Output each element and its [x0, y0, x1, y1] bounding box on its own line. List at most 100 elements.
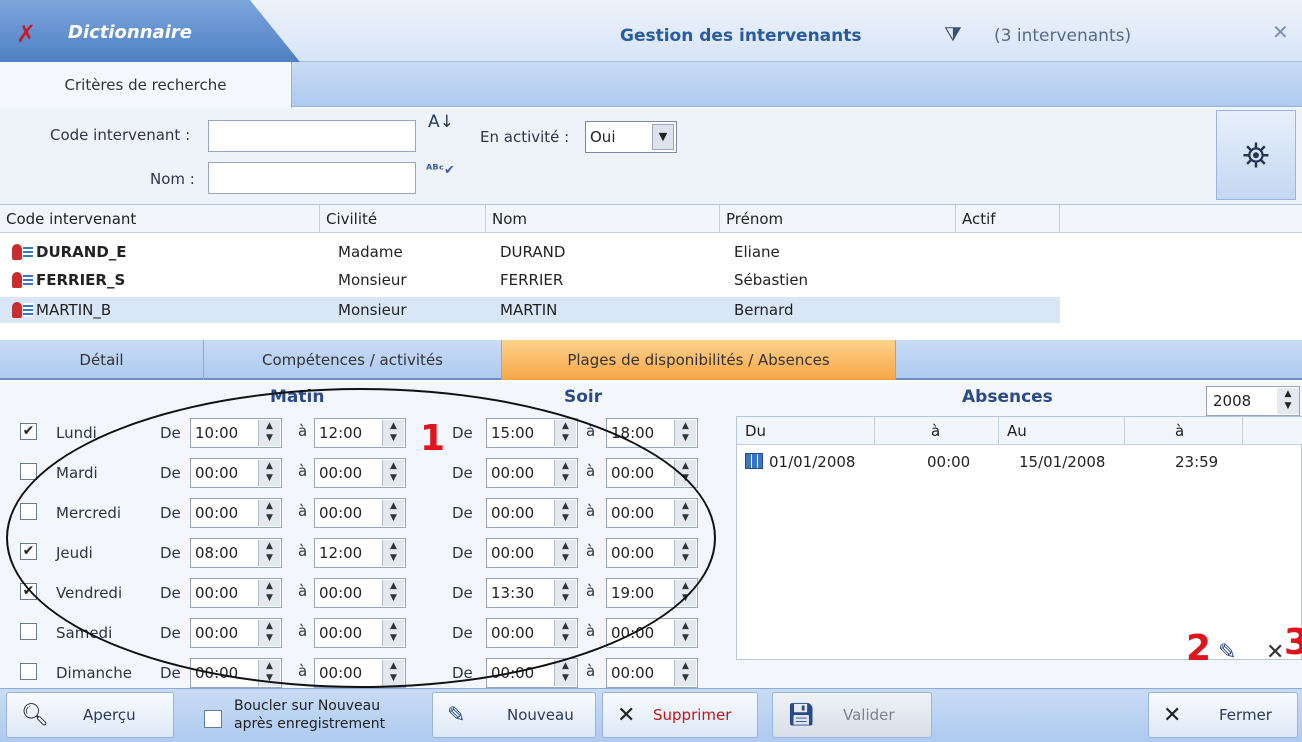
tab-plages-disponibilites[interactable]: Plages de disponibilités / Absences [502, 340, 896, 380]
abs-col-au[interactable]: Au [999, 417, 1125, 445]
matin-start-field[interactable]: 10:00 ▲ ▼ [190, 418, 282, 448]
matin-end-field[interactable]: 00:00 ▲ ▼ [314, 618, 406, 648]
en-activite-select[interactable]: Oui ▼ [585, 121, 677, 153]
matin-start-field[interactable]: 00:00 ▲ ▼ [190, 658, 282, 688]
spin-arrows-icon[interactable]: ▲ ▼ [382, 460, 404, 486]
close-icon[interactable]: ✕ [1272, 20, 1289, 44]
spin-arrows-icon[interactable]: ▲ ▼ [258, 540, 280, 566]
spin-arrows-icon[interactable]: ▲ ▼ [674, 500, 696, 526]
pencil-icon[interactable]: ✎ [1218, 640, 1236, 665]
spin-arrows-icon[interactable]: ▲ ▼ [258, 580, 280, 606]
spin-arrows-icon[interactable]: ▲ ▼ [674, 660, 696, 686]
spin-arrows-icon[interactable]: ▲ ▼ [554, 580, 576, 606]
chevron-down-icon[interactable]: ▼ [652, 124, 674, 150]
col-civilite[interactable]: Civilité [320, 205, 486, 233]
filter-icon[interactable]: ⧩ [944, 22, 962, 46]
abs-cell-a2[interactable]: 23:59 [1175, 453, 1218, 471]
day-checkbox[interactable] [20, 663, 37, 680]
nouveau-button[interactable]: ✎ Nouveau [432, 692, 596, 738]
spin-arrows-icon[interactable]: ▲ ▼ [258, 460, 280, 486]
soir-end-field[interactable]: 00:00 ▲ ▼ [606, 458, 698, 488]
col-nom[interactable]: Nom [486, 205, 720, 233]
valider-button[interactable]: 💾︎ Valider [772, 692, 932, 738]
soir-start-field[interactable]: 00:00 ▲ ▼ [486, 458, 578, 488]
abs-cell-au[interactable]: 15/01/2008 [1019, 453, 1105, 471]
table-row-selected[interactable]: MARTIN_B Monsieur MARTIN Bernard [0, 297, 1060, 323]
dictionnaire-label[interactable]: Dictionnaire [68, 22, 192, 43]
col-prenom[interactable]: Prénom [720, 205, 956, 233]
soir-end-field[interactable]: 00:00 ▲ ▼ [606, 658, 698, 688]
spin-arrows-icon[interactable]: ▲ ▼ [554, 620, 576, 646]
soir-start-field[interactable]: 00:00 ▲ ▼ [486, 658, 578, 688]
table-row[interactable]: FERRIER_S Monsieur FERRIER Sébastien [0, 267, 1060, 293]
supprimer-button[interactable]: ✕ Supprimer [602, 692, 758, 738]
spin-arrows-icon[interactable]: ▲ ▼ [674, 460, 696, 486]
spin-arrows-icon[interactable]: ▲ ▼ [674, 420, 696, 446]
spin-arrows-icon[interactable]: ▲ ▼ [258, 620, 280, 646]
day-checkbox[interactable] [20, 463, 37, 480]
spin-arrows-icon[interactable]: ▲ ▼ [554, 500, 576, 526]
day-checkbox[interactable]: ✔ [20, 423, 37, 440]
day-checkbox[interactable]: ✔ [20, 543, 37, 560]
spin-arrows-icon[interactable]: ▲ ▼ [554, 420, 576, 446]
search-binoculars-button[interactable]: ⛯ [1216, 110, 1296, 200]
soir-end-field[interactable]: 18:00 ▲ ▼ [606, 418, 698, 448]
delete-x-icon[interactable]: ✕ [1266, 640, 1284, 665]
sort-az-icon[interactable]: A↓ [428, 112, 454, 132]
spin-arrows-icon[interactable]: ▲ ▼ [382, 420, 404, 446]
spin-arrows-icon[interactable]: ▲ ▼ [674, 580, 696, 606]
matin-end-field[interactable]: 12:00 ▲ ▼ [314, 538, 406, 568]
soir-end-field[interactable]: 00:00 ▲ ▼ [606, 618, 698, 648]
day-checkbox[interactable] [20, 623, 37, 640]
spin-arrows-icon[interactable]: ▲ ▼ [258, 500, 280, 526]
spin-arrows-icon[interactable]: ▲ ▼ [258, 420, 280, 446]
matin-start-field[interactable]: 00:00 ▲ ▼ [190, 618, 282, 648]
fermer-button[interactable]: ✕ Fermer [1148, 692, 1298, 738]
soir-start-field[interactable]: 15:00 ▲ ▼ [486, 418, 578, 448]
year-stepper[interactable]: 2008 ▲ ▼ [1206, 386, 1300, 416]
apercu-button[interactable]: 🔍︎ Aperçu [6, 692, 174, 738]
matin-end-field[interactable]: 00:00 ▲ ▼ [314, 578, 406, 608]
soir-start-field[interactable]: 00:00 ▲ ▼ [486, 538, 578, 568]
day-checkbox[interactable]: ✔ [20, 583, 37, 600]
abs-cell-a1[interactable]: 00:00 [927, 453, 970, 471]
matin-start-field[interactable]: 00:00 ▲ ▼ [190, 578, 282, 608]
tab-criteres-recherche[interactable]: Critères de recherche [0, 62, 292, 108]
matin-start-field[interactable]: 00:00 ▲ ▼ [190, 498, 282, 528]
spin-arrows-icon[interactable]: ▲ ▼ [382, 500, 404, 526]
spin-arrows-icon[interactable]: ▲ ▼ [382, 660, 404, 686]
abs-col-a1[interactable]: à [875, 417, 999, 445]
spin-arrows-icon[interactable]: ▲ ▼ [1277, 388, 1299, 414]
abs-cell-du[interactable]: 01/01/2008 [769, 453, 855, 471]
matin-start-field[interactable]: 08:00 ▲ ▼ [190, 538, 282, 568]
soir-end-field[interactable]: 00:00 ▲ ▼ [606, 538, 698, 568]
spin-arrows-icon[interactable]: ▲ ▼ [382, 540, 404, 566]
boucler-checkbox[interactable] [204, 710, 222, 728]
soir-start-field[interactable]: 00:00 ▲ ▼ [486, 498, 578, 528]
nom-input[interactable] [208, 162, 416, 194]
day-checkbox[interactable] [20, 503, 37, 520]
matin-end-field[interactable]: 12:00 ▲ ▼ [314, 418, 406, 448]
soir-start-field[interactable]: 00:00 ▲ ▼ [486, 618, 578, 648]
abs-col-a2[interactable]: à [1125, 417, 1243, 445]
code-intervenant-input[interactable] [208, 120, 416, 152]
spin-arrows-icon[interactable]: ▲ ▼ [554, 540, 576, 566]
col-code[interactable]: Code intervenant [0, 205, 320, 233]
matin-start-field[interactable]: 00:00 ▲ ▼ [190, 458, 282, 488]
soir-end-field[interactable]: 19:00 ▲ ▼ [606, 578, 698, 608]
spin-arrows-icon[interactable]: ▲ ▼ [674, 620, 696, 646]
tab-detail[interactable]: Détail [0, 340, 204, 380]
spin-arrows-icon[interactable]: ▲ ▼ [554, 660, 576, 686]
matin-end-field[interactable]: 00:00 ▲ ▼ [314, 458, 406, 488]
spin-arrows-icon[interactable]: ▲ ▼ [674, 540, 696, 566]
soir-end-field[interactable]: 00:00 ▲ ▼ [606, 498, 698, 528]
matin-end-field[interactable]: 00:00 ▲ ▼ [314, 498, 406, 528]
abs-col-du[interactable]: Du [737, 417, 875, 445]
spin-arrows-icon[interactable]: ▲ ▼ [382, 580, 404, 606]
soir-start-field[interactable]: 13:30 ▲ ▼ [486, 578, 578, 608]
col-actif[interactable]: Actif [956, 205, 1060, 233]
matin-end-field[interactable]: 00:00 ▲ ▼ [314, 658, 406, 688]
spellcheck-icon[interactable]: ᴬᴮᶜ✔ [426, 163, 455, 178]
table-row[interactable]: DURAND_E Madame DURAND Eliane [0, 239, 1060, 265]
spin-arrows-icon[interactable]: ▲ ▼ [554, 460, 576, 486]
